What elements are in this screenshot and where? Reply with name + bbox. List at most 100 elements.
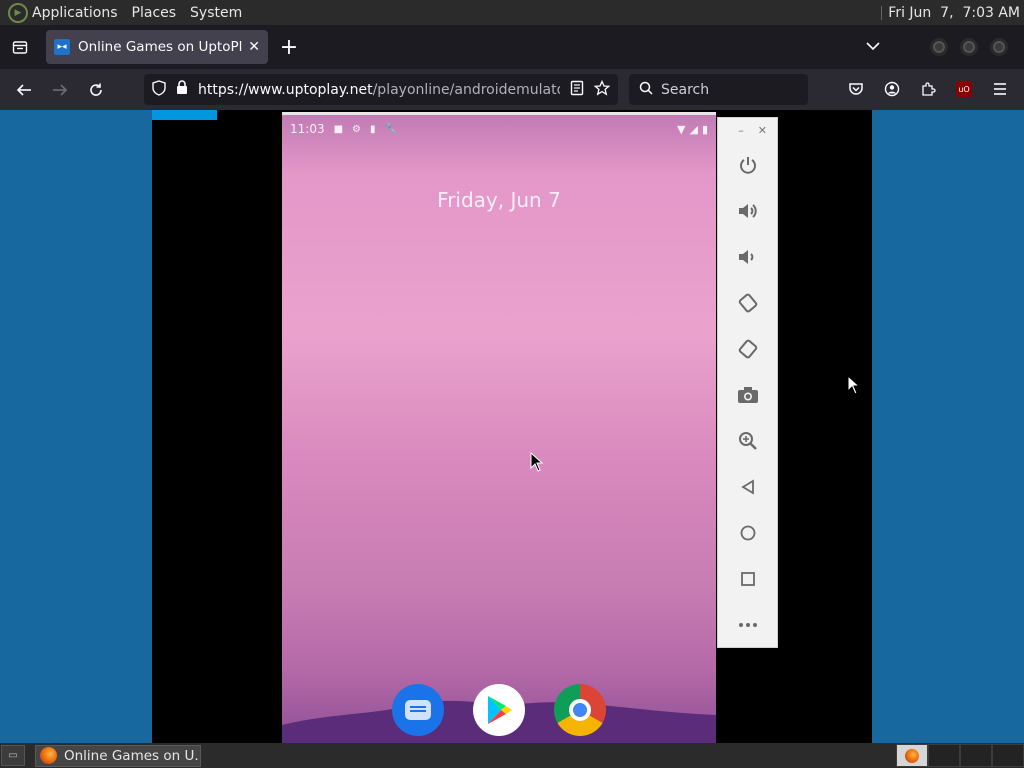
tab-close-icon[interactable]: ✕	[248, 39, 260, 55]
status-right-icons: ▼ ◢ ▮	[677, 123, 708, 136]
url-text[interactable]: https://www.uptoplay.net/playonline/andr…	[198, 82, 560, 98]
bottom-taskbar: ▭ Online Games on U...	[0, 743, 1024, 768]
firefox-icon	[40, 747, 57, 764]
bookmark-star-icon[interactable]	[593, 79, 611, 100]
home-dock	[392, 684, 606, 736]
rotate-right-icon	[738, 339, 757, 359]
settings-gear-icon: ⚙	[352, 123, 362, 135]
home-circle-icon	[740, 525, 755, 541]
volume-up-button[interactable]	[718, 188, 777, 234]
account-button[interactable]	[874, 73, 910, 105]
workspace-3[interactable]	[960, 744, 992, 767]
tab-uptoplay[interactable]: ▸◂ Online Games on UptoPlay ✕	[46, 30, 268, 64]
back-button[interactable]	[6, 74, 42, 106]
rotate-left-icon	[738, 293, 757, 313]
workspace-2[interactable]	[928, 744, 960, 767]
new-tab-button[interactable]: +	[270, 30, 308, 64]
top-panel: ▶ Applications Places System Fri Jun 7, …	[0, 0, 1024, 25]
volume-down-icon	[738, 250, 753, 264]
url-host: https://www.uptoplay.net	[198, 81, 373, 98]
wifi-icon: ▼	[677, 122, 686, 136]
account-icon	[884, 81, 900, 97]
overview-square-icon	[740, 572, 755, 586]
power-button[interactable]	[718, 142, 777, 188]
screen-top-border	[282, 112, 716, 115]
zoom-button[interactable]	[718, 418, 777, 464]
firefox-view-icon	[12, 41, 28, 54]
firefox-view-button[interactable]	[0, 25, 40, 69]
volume-down-button[interactable]	[718, 234, 777, 280]
extensions-button[interactable]	[910, 73, 946, 105]
workspace-4[interactable]	[992, 744, 1024, 767]
window-controls	[930, 38, 1008, 56]
app-menu-button[interactable]	[982, 73, 1018, 105]
puzzle-icon	[922, 82, 936, 96]
workspace-switcher	[896, 744, 1024, 767]
navigation-toolbar: https://www.uptoplay.net/playonline/andr…	[0, 69, 1024, 110]
close-window-button[interactable]	[990, 38, 1008, 56]
minimize-window-button[interactable]	[930, 38, 948, 56]
search-icon	[639, 81, 653, 99]
rotate-left-button[interactable]	[718, 280, 777, 326]
status-time: 11:03	[290, 122, 325, 136]
messages-app-icon[interactable]	[392, 684, 444, 736]
back-arrow-icon	[16, 83, 31, 96]
taskbar-firefox-window[interactable]: Online Games on U...	[35, 744, 201, 767]
android-screen[interactable]: 11:03 ■ ⚙ ▮ 🔧 ▼ ◢ ▮ Friday, Jun 7	[282, 112, 716, 743]
more-dots-icon	[738, 623, 757, 627]
battery-icon: ▮	[701, 122, 708, 136]
emulator-frame: 11:03 ■ ⚙ ▮ 🔧 ▼ ◢ ▮ Friday, Jun 7 – ✕	[152, 110, 872, 743]
ublock-button[interactable]: uO	[946, 73, 982, 105]
search-placeholder: Search	[661, 81, 710, 98]
applications-menu[interactable]: Applications	[32, 5, 118, 21]
reload-button[interactable]	[78, 74, 114, 106]
tracking-protection-shield-icon[interactable]	[152, 79, 166, 100]
uptoplay-favicon-icon: ▸◂	[54, 39, 70, 55]
sd-card-icon: ▮	[370, 123, 376, 135]
search-box[interactable]: Search	[629, 74, 808, 105]
task-label: Online Games on U...	[64, 747, 201, 764]
control-panel-titlebar: – ✕	[718, 118, 777, 142]
hamburger-menu-icon	[994, 83, 1006, 95]
zoom-in-icon	[738, 432, 757, 450]
rotate-right-button[interactable]	[718, 326, 777, 372]
android-back-button[interactable]	[718, 464, 777, 510]
workspace-1[interactable]	[896, 744, 928, 767]
panel-minimize-icon[interactable]: –	[738, 124, 744, 137]
tab-strip: ▸◂ Online Games on UptoPlay ✕ +	[0, 25, 1024, 69]
panel-close-icon[interactable]: ✕	[758, 124, 767, 137]
loading-progress-bar	[152, 110, 217, 120]
web-page: 11:03 ■ ⚙ ▮ 🔧 ▼ ◢ ▮ Friday, Jun 7 – ✕	[0, 110, 1024, 743]
show-desktop-icon[interactable]: ▭	[1, 745, 25, 766]
more-options-button[interactable]	[718, 602, 777, 648]
ublock-icon: uO	[956, 81, 972, 97]
back-triangle-icon	[740, 479, 754, 495]
volume-up-icon	[738, 204, 757, 218]
list-all-tabs-chevron-icon[interactable]	[866, 39, 880, 55]
lock-icon[interactable]	[176, 80, 188, 99]
pocket-button[interactable]	[838, 73, 874, 105]
maximize-window-button[interactable]	[960, 38, 978, 56]
reload-icon	[90, 83, 102, 96]
screenshot-button[interactable]	[718, 372, 777, 418]
url-bar[interactable]: https://www.uptoplay.net/playonline/andr…	[144, 74, 618, 105]
distro-logo-icon[interactable]: ▶	[8, 2, 28, 23]
android-status-bar[interactable]: 11:03 ■ ⚙ ▮ 🔧 ▼ ◢ ▮	[282, 120, 716, 138]
clock[interactable]: Fri Jun 7, 7:03 AM	[888, 5, 1020, 21]
clock-area: Fri Jun 7, 7:03 AM	[881, 5, 1020, 21]
tab-title: Online Games on UptoPlay	[78, 39, 243, 55]
forward-arrow-icon	[53, 83, 68, 96]
forward-button[interactable]	[42, 74, 78, 106]
chrome-app-icon[interactable]	[554, 684, 606, 736]
panel-separator	[881, 5, 883, 20]
android-home-button[interactable]	[718, 510, 777, 556]
system-menu[interactable]: System	[190, 5, 242, 21]
url-path: /playonline/androidemulator.p	[372, 81, 560, 98]
places-menu[interactable]: Places	[132, 5, 177, 21]
android-overview-button[interactable]	[718, 556, 777, 602]
reader-view-icon[interactable]	[570, 80, 584, 100]
notification-icon: ■	[333, 123, 344, 135]
firefox-icon	[905, 748, 919, 763]
panel-menus: ▶ Applications Places System	[0, 2, 256, 23]
play-store-app-icon[interactable]	[473, 684, 525, 736]
